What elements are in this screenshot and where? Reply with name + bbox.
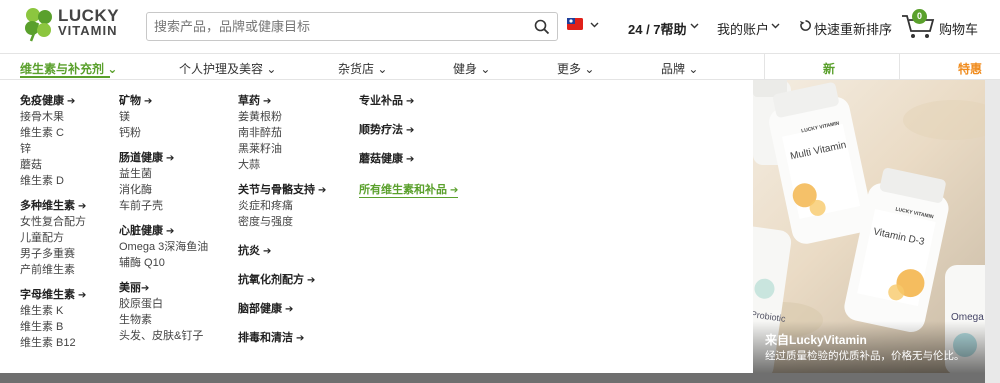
site-header: LUCKY VITAMIN 24 / 7帮助 我的账户 快速重新排序 0 购物车 (0, 0, 1000, 53)
menu-link[interactable]: 维生素 K (20, 303, 86, 319)
chevron-down-icon: ⌄ (477, 62, 491, 76)
nav-item-grocery[interactable]: 杂货店 ⌄ (338, 60, 387, 77)
nav-active-underline (20, 76, 110, 78)
menu-link[interactable]: 大蒜 (238, 157, 326, 173)
menu-category-homeopathy[interactable]: 顺势疗法 ➔ (359, 122, 458, 138)
menu-link[interactable]: 生物素 (119, 312, 208, 328)
menu-category-multivitamins[interactable]: 多种维生素 ➔ (20, 198, 86, 214)
menu-link[interactable]: 黑莱籽油 (238, 141, 326, 157)
main-nav: 维生素与补充剂 ⌄ 个人护理及美容 ⌄ 杂货店 ⌄ 健身 ⌄ 更多 ⌄ 品牌 ⌄… (0, 53, 1000, 80)
promo-title: 来自LuckyVitamin (765, 333, 867, 347)
menu-category-detox[interactable]: 排毒和清洁 ➔ (238, 330, 326, 346)
menu-link[interactable]: 益生菌 (119, 166, 208, 182)
cart-count-badge: 0 (912, 9, 927, 24)
taiwan-flag-icon[interactable] (567, 18, 583, 30)
menu-column-4: 专业补品 ➔ 顺势疗法 ➔ 蘑菇健康 ➔ 所有维生素和补品 ➔ (359, 93, 459, 198)
chevron-down-icon: ⌄ (374, 62, 388, 76)
menu-link[interactable]: 车前子壳 (119, 198, 208, 214)
promo-subtitle: 经过质量检验的优质补品，价格无与伦比。 (765, 350, 965, 362)
all-vitamins-link[interactable]: 所有维生素和补品 ➔ (359, 182, 459, 198)
nav-item-brands[interactable]: 品牌 ⌄ (661, 60, 698, 77)
menu-link[interactable]: 南非醉茄 (238, 125, 326, 141)
menu-category-gut-health[interactable]: 肠道健康 ➔ (119, 150, 208, 166)
menu-link[interactable]: 维生素 C (20, 125, 86, 141)
menu-column-1: 免疫健康 ➔ 接骨木果 维生素 C 锌 蘑菇 维生素 D 多种维生素 ➔ 女性复合配… (20, 93, 86, 351)
reorder-icon (799, 20, 811, 31)
promo-image[interactable]: LUCKY VITAMIN Multi Vitamin LUCKY VITAMI… (753, 80, 985, 373)
menu-link[interactable]: 儿童配方 (20, 230, 86, 246)
cart-link[interactable]: 购物车 (939, 19, 978, 38)
chevron-down-icon (590, 22, 599, 28)
menu-link[interactable]: 产前维生素 (20, 262, 86, 278)
menu-link[interactable]: 男子多重赛 (20, 246, 86, 262)
menu-category-professional[interactable]: 专业补品 ➔ (359, 93, 458, 109)
nav-item-more[interactable]: 更多 ⌄ (557, 60, 594, 77)
menu-column-3: 草药 ➔ 姜黄根粉 南非醉茄 黑莱籽油 大蒜 关节与骨骼支持 ➔ 炎症和疼痛 密度与… (238, 93, 326, 346)
menu-link[interactable]: 维生素 B12 (20, 335, 86, 351)
nav-divider (899, 54, 900, 79)
search-box (146, 12, 558, 41)
clover-logo-icon (25, 8, 52, 42)
scrollbar-track[interactable] (985, 80, 1000, 383)
nav-divider (764, 54, 765, 79)
menu-link[interactable]: 炎症和疼痛 (238, 198, 326, 214)
logo-text-vitamin: VITAMIN (58, 23, 118, 38)
menu-link[interactable]: Omega 3深海鱼油 (119, 239, 208, 255)
menu-category-anti-inflammatory[interactable]: 抗炎 ➔ (238, 243, 326, 259)
account-link[interactable]: 我的账户 (717, 19, 769, 38)
menu-column-2: 矿物 ➔ 镁 钙粉 肠道健康 ➔ 益生菌 消化酶 车前子壳 心脏健康 ➔ Omega … (119, 93, 208, 344)
chevron-down-icon: ⌄ (685, 62, 699, 76)
menu-category-brain-health[interactable]: 脑部健康 ➔ (238, 301, 326, 317)
nav-item-vitamins[interactable]: 维生素与补充剂 ⌄ (20, 60, 117, 77)
nav-item-personal-care[interactable]: 个人护理及美容 ⌄ (179, 60, 276, 77)
menu-link[interactable]: 头发、皮肤&钉子 (119, 328, 208, 344)
menu-category-joint-bone[interactable]: 关节与骨骼支持 ➔ (238, 182, 326, 198)
search-icon[interactable] (534, 19, 550, 35)
menu-category-herbs[interactable]: 草药 ➔ (238, 93, 326, 109)
quick-reorder-link[interactable]: 快速重新排序 (814, 19, 892, 38)
menu-category-immune[interactable]: 免疫健康 ➔ (20, 93, 86, 109)
lucky-vitamin-logo[interactable]: LUCKY VITAMIN (22, 5, 132, 45)
chevron-down-icon: ⌄ (104, 62, 118, 76)
menu-link[interactable]: 蘑菇 (20, 157, 86, 173)
menu-category-mushrooms[interactable]: 蘑菇健康 ➔ (359, 151, 458, 167)
chevron-down-icon (771, 23, 780, 29)
menu-link[interactable]: 锌 (20, 141, 86, 157)
menu-link[interactable]: 密度与强度 (238, 214, 326, 230)
menu-category-beauty[interactable]: 美丽➔ (119, 280, 208, 296)
menu-category-antioxidants[interactable]: 抗氧化剂配方 ➔ (238, 272, 326, 288)
menu-category-heart-health[interactable]: 心脏健康 ➔ (119, 223, 208, 239)
nav-item-sale[interactable]: 特惠 (958, 60, 982, 77)
help-link[interactable]: 24 / 7帮助 (628, 19, 687, 38)
menu-link[interactable]: 辅酶 Q10 (119, 255, 208, 271)
menu-link[interactable]: 维生素 B (20, 319, 86, 335)
menu-link[interactable]: 维生素 D (20, 173, 86, 189)
menu-link[interactable]: 女性复合配方 (20, 214, 86, 230)
nav-item-fitness[interactable]: 健身 ⌄ (453, 60, 490, 77)
menu-category-letter-vitamins[interactable]: 字母维生素 ➔ (20, 287, 86, 303)
menu-link[interactable]: 胶原蛋白 (119, 296, 208, 312)
search-input[interactable] (147, 13, 517, 40)
menu-category-minerals[interactable]: 矿物 ➔ (119, 93, 208, 109)
menu-link[interactable]: 钙粉 (119, 125, 208, 141)
nav-item-new[interactable]: 新 (823, 60, 835, 77)
logo-text-lucky: LUCKY (58, 6, 120, 25)
menu-link[interactable]: 消化酶 (119, 182, 208, 198)
menu-link[interactable]: 接骨木果 (20, 109, 86, 125)
chevron-down-icon (690, 23, 699, 29)
menu-link[interactable]: 姜黄根粉 (238, 109, 326, 125)
chevron-down-icon: ⌄ (581, 62, 595, 76)
chevron-down-icon: ⌄ (263, 62, 277, 76)
menu-link[interactable]: 镁 (119, 109, 208, 125)
